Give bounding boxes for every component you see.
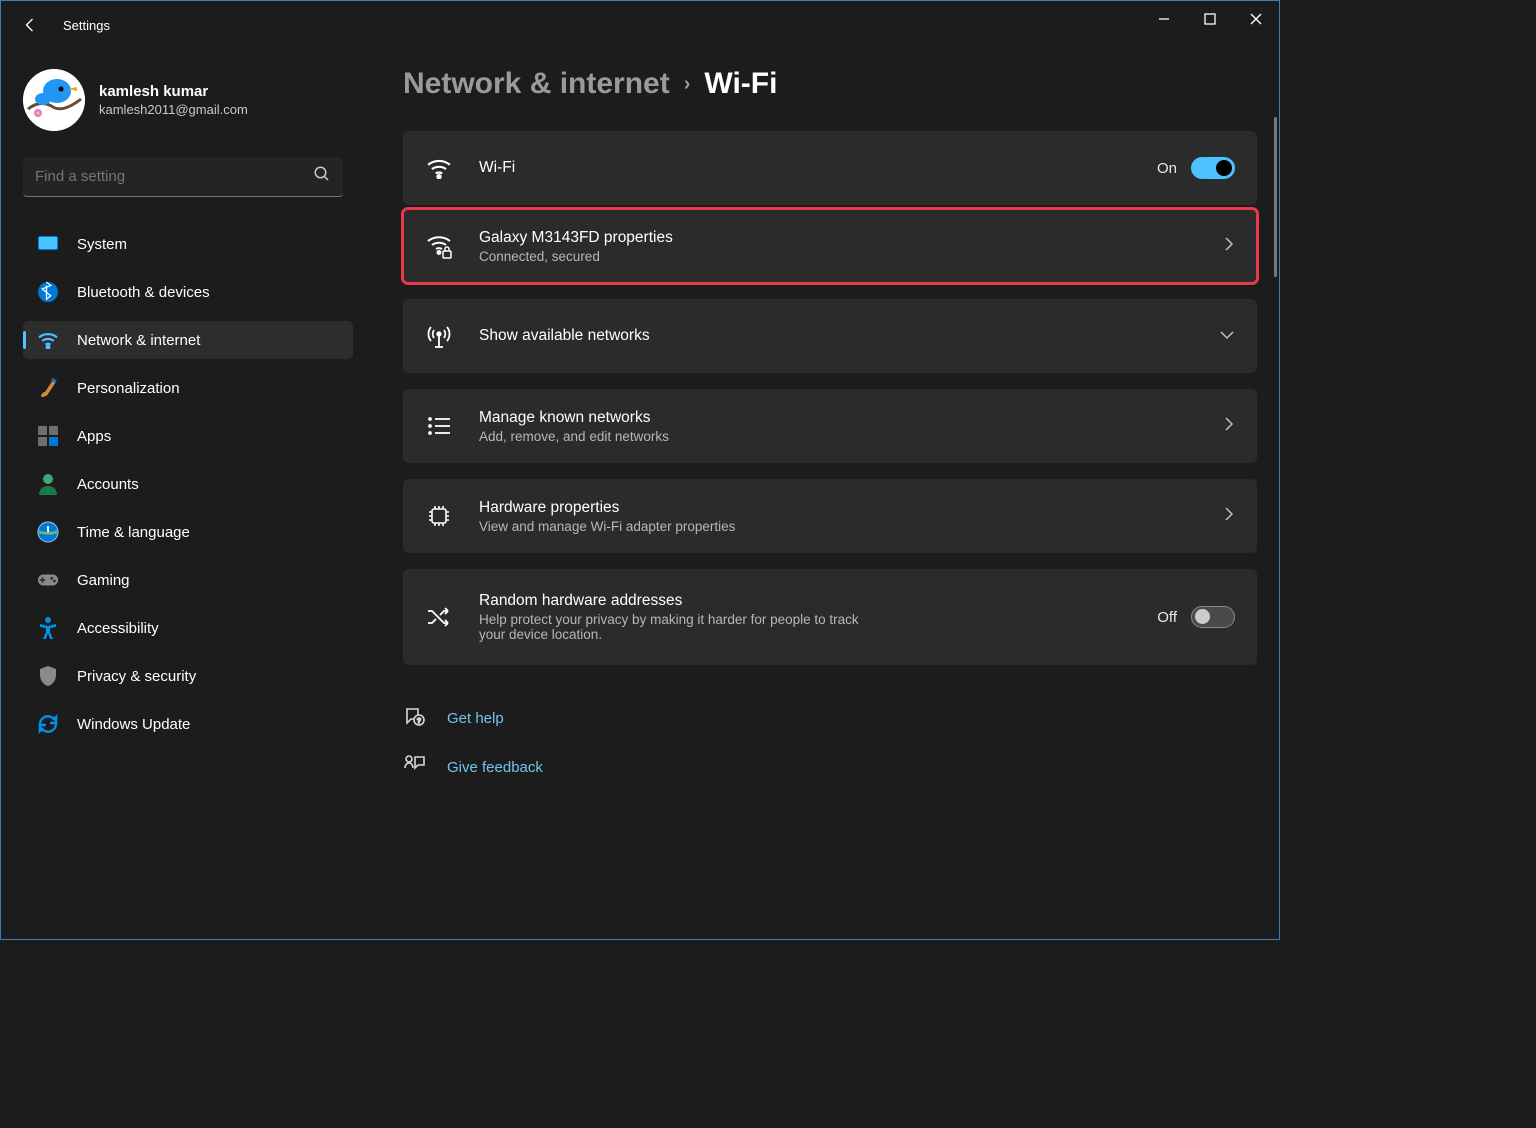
sidebar-item-label: Privacy & security	[77, 668, 196, 685]
apps-icon	[37, 425, 59, 447]
card-title: Galaxy M3143FD properties	[479, 229, 1197, 247]
chevron-down-icon	[1219, 328, 1235, 345]
card-title: Manage known networks	[479, 409, 1197, 427]
random-hw-toggle[interactable]	[1191, 606, 1235, 628]
card-subtitle: Add, remove, and edit networks	[479, 429, 1197, 444]
sidebar-item-label: Time & language	[77, 524, 190, 541]
scrollbar[interactable]	[1274, 117, 1277, 277]
avatar	[23, 69, 85, 131]
card-subtitle: View and manage Wi-Fi adapter properties	[479, 519, 1197, 534]
available-networks-card[interactable]: Show available networks	[403, 299, 1257, 373]
chevron-right-icon	[1223, 416, 1235, 436]
sidebar: kamlesh kumar kamlesh2011@gmail.com Syst…	[1, 49, 361, 939]
update-icon	[37, 713, 59, 735]
card-subtitle: Help protect your privacy by making it h…	[479, 612, 879, 642]
sidebar-item-label: Bluetooth & devices	[77, 284, 210, 301]
chevron-right-icon	[1223, 236, 1235, 256]
sidebar-item-update[interactable]: Windows Update	[23, 705, 353, 743]
sidebar-item-label: Network & internet	[77, 332, 200, 349]
chevron-right-icon: ›	[684, 73, 691, 96]
window-title: Settings	[63, 18, 110, 33]
help-link-label: Get help	[447, 710, 504, 727]
clock-globe-icon	[37, 521, 59, 543]
random-hw-card[interactable]: Random hardware addresses Help protect y…	[403, 569, 1257, 665]
sidebar-item-label: Gaming	[77, 572, 130, 589]
user-block[interactable]: kamlesh kumar kamlesh2011@gmail.com	[23, 69, 355, 131]
maximize-button[interactable]	[1187, 1, 1233, 37]
wifi-toggle-card[interactable]: Wi-Fi On	[403, 131, 1257, 205]
sidebar-item-apps[interactable]: Apps	[23, 417, 353, 455]
current-network-card[interactable]: Galaxy M3143FD properties Connected, sec…	[403, 209, 1257, 283]
sidebar-item-label: Apps	[77, 428, 111, 445]
search-input[interactable]	[35, 168, 313, 185]
search-icon	[313, 165, 331, 188]
sidebar-item-time[interactable]: Time & language	[23, 513, 353, 551]
bluetooth-icon	[37, 281, 59, 303]
gamepad-icon	[37, 569, 59, 591]
feedback-link-label: Give feedback	[447, 759, 543, 776]
sidebar-item-system[interactable]: System	[23, 225, 353, 263]
chevron-right-icon	[1223, 506, 1235, 526]
paintbrush-icon	[37, 377, 59, 399]
wifi-toggle[interactable]	[1191, 157, 1235, 179]
accessibility-icon	[37, 617, 59, 639]
user-name: kamlesh kumar	[99, 83, 248, 100]
wifi-icon	[37, 329, 59, 351]
card-title: Wi-Fi	[479, 159, 1131, 177]
close-button[interactable]	[1233, 1, 1279, 37]
sidebar-item-accounts[interactable]: Accounts	[23, 465, 353, 503]
wifi-state-label: On	[1157, 160, 1177, 177]
shuffle-icon	[425, 606, 453, 628]
wifi-secured-icon	[425, 233, 453, 259]
sidebar-item-label: Accounts	[77, 476, 139, 493]
list-icon	[425, 416, 453, 436]
page-title: Wi-Fi	[704, 67, 777, 101]
sidebar-item-label: System	[77, 236, 127, 253]
help-icon: ?	[403, 705, 425, 732]
wifi-icon	[425, 157, 453, 179]
sidebar-item-label: Accessibility	[77, 620, 159, 637]
search-input-wrapper[interactable]	[23, 157, 343, 197]
sidebar-item-label: Personalization	[77, 380, 180, 397]
card-title: Hardware properties	[479, 499, 1197, 517]
sidebar-item-bluetooth[interactable]: Bluetooth & devices	[23, 273, 353, 311]
breadcrumb-parent[interactable]: Network & internet	[403, 67, 670, 101]
sidebar-item-label: Windows Update	[77, 716, 190, 733]
sidebar-item-privacy[interactable]: Privacy & security	[23, 657, 353, 695]
sidebar-item-gaming[interactable]: Gaming	[23, 561, 353, 599]
sidebar-item-network[interactable]: Network & internet	[23, 321, 353, 359]
display-icon	[37, 233, 59, 255]
back-button[interactable]	[21, 15, 41, 35]
hardware-properties-card[interactable]: Hardware properties View and manage Wi-F…	[403, 479, 1257, 553]
antenna-icon	[425, 323, 453, 349]
known-networks-card[interactable]: Manage known networks Add, remove, and e…	[403, 389, 1257, 463]
get-help-link[interactable]: ? Get help	[403, 705, 1257, 732]
minimize-button[interactable]	[1141, 1, 1187, 37]
chip-icon	[425, 503, 453, 529]
card-title: Show available networks	[479, 327, 1193, 345]
card-title: Random hardware addresses	[479, 592, 1131, 610]
feedback-icon	[403, 754, 425, 781]
person-icon	[37, 473, 59, 495]
main-content: Network & internet › Wi-Fi Wi-Fi On Gala…	[361, 49, 1279, 939]
random-hw-state-label: Off	[1157, 609, 1177, 626]
sidebar-item-personalization[interactable]: Personalization	[23, 369, 353, 407]
breadcrumb: Network & internet › Wi-Fi	[403, 67, 1257, 101]
card-subtitle: Connected, secured	[479, 249, 1197, 264]
user-email: kamlesh2011@gmail.com	[99, 102, 248, 117]
sidebar-item-accessibility[interactable]: Accessibility	[23, 609, 353, 647]
feedback-link[interactable]: Give feedback	[403, 754, 1257, 781]
svg-text:?: ?	[417, 718, 421, 725]
shield-icon	[37, 665, 59, 687]
